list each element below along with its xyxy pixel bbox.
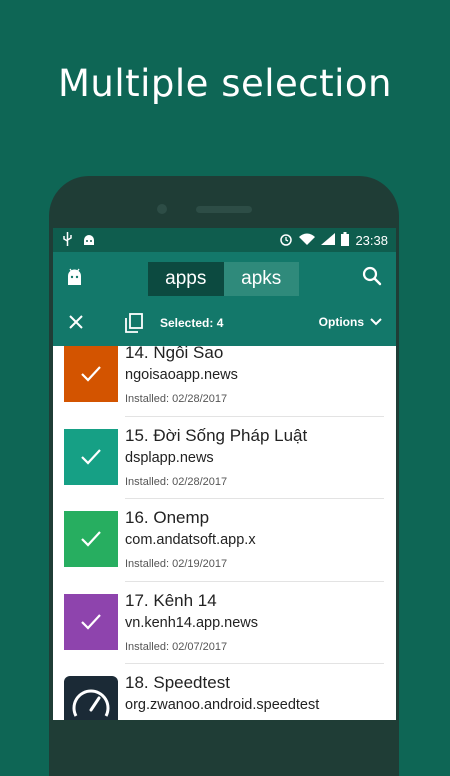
selected-checkmark-icon[interactable] xyxy=(64,346,118,402)
app-list: 14. Ngôi Sao ngoisaoapp.news Installed: 02… xyxy=(53,334,396,720)
app-package: com.andatsoft.app.x xyxy=(125,532,256,548)
install-date: Installed: 02/28/2017 xyxy=(125,475,228,488)
phone-screen: 23:38 apps apks Selected: 4 Options 14. … xyxy=(53,228,396,720)
list-item[interactable]: 14. Ngôi Sao ngoisaoapp.news Installed: 02… xyxy=(53,334,396,417)
list-item[interactable]: 18. Speedtest org.zwanoo.android.speedtes… xyxy=(53,664,396,720)
app-title: 18. Speedtest xyxy=(125,673,230,692)
selected-count: Selected: 4 xyxy=(160,316,224,330)
android-debug-icon xyxy=(82,233,96,249)
options-dropdown[interactable]: Options xyxy=(319,315,382,329)
install-date: Installed: 02/07/2017 xyxy=(125,640,228,653)
app-title: 15. Đời Sống Pháp Luật xyxy=(125,425,308,445)
list-item[interactable]: 17. Kênh 14 vn.kenh14.app.news Installed: … xyxy=(53,582,396,664)
earpiece xyxy=(196,206,252,213)
list-item[interactable]: 16. Onemp com.andatsoft.app.x Installed: 0… xyxy=(53,499,396,582)
alarm-icon xyxy=(279,232,293,249)
app-title: 14. Ngôi Sao xyxy=(125,343,224,362)
speedtest-app-icon[interactable] xyxy=(64,676,118,720)
app-title: 17. Kênh 14 xyxy=(125,590,217,610)
selected-checkmark-icon[interactable] xyxy=(64,511,118,567)
android-icon xyxy=(67,266,82,291)
apps-apks-toggle: apps apks xyxy=(148,262,299,296)
install-date: Installed: 02/28/2017 xyxy=(125,393,228,405)
camera xyxy=(157,204,167,214)
tab-apks[interactable]: apks xyxy=(223,262,299,296)
status-bar: 23:38 xyxy=(53,228,396,252)
install-date: Installed: 02/19/2017 xyxy=(125,558,228,570)
app-toolbar: apps apks xyxy=(53,252,396,301)
app-package: vn.kenh14.app.news xyxy=(125,614,259,631)
headline: Multiple selection xyxy=(57,62,393,105)
battery-icon xyxy=(341,232,350,249)
app-package: org.zwanoo.android.speedtest xyxy=(125,697,320,713)
close-icon[interactable] xyxy=(68,314,84,335)
tab-apps[interactable]: apps xyxy=(148,262,224,296)
chevron-down-icon xyxy=(370,315,382,329)
signal-icon xyxy=(321,233,336,248)
app-package: dsplapp.news xyxy=(125,449,214,466)
options-label: Options xyxy=(318,315,364,329)
list-item[interactable]: 15. Đời Sống Pháp Luật dsplapp.news Instal… xyxy=(53,417,396,499)
app-title: 16. Onemp xyxy=(125,508,210,527)
selected-checkmark-icon[interactable] xyxy=(64,428,118,485)
search-icon[interactable] xyxy=(362,266,382,291)
wifi-icon xyxy=(299,233,316,248)
selected-checkmark-icon[interactable] xyxy=(64,593,118,650)
app-package: ngoisaoapp.news xyxy=(125,367,238,383)
usb-icon xyxy=(63,232,72,249)
status-time: 23:38 xyxy=(355,233,388,248)
